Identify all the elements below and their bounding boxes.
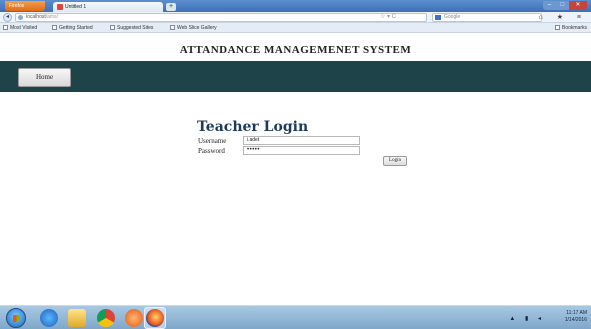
firefox-menu-button[interactable]: Firefox (5, 1, 45, 11)
bookmark-label: Most Visited (10, 25, 38, 31)
address-bar[interactable]: localhost/ams/ ☆ ▾ C (15, 13, 427, 22)
search-input[interactable]: Google (432, 13, 542, 22)
firefox-icon[interactable] (146, 309, 164, 327)
bookmark-icon (170, 25, 175, 31)
maximize-button[interactable]: □ (555, 1, 569, 10)
login-button[interactable]: Login (383, 156, 407, 166)
windows-logo-icon (13, 315, 20, 322)
windows-taskbar: ▲ ▮ ◂ 11:17 AM 1/14/2016 (0, 305, 591, 329)
new-tab-button[interactable]: + (166, 3, 176, 11)
bookmark-icon (110, 25, 115, 31)
username-input[interactable]: i.adet (243, 136, 360, 145)
bookmark-label: Web Slice Gallery (177, 25, 217, 31)
url-host: localhost (26, 14, 46, 20)
bookmark-most-visited[interactable]: Most Visited (3, 23, 37, 33)
url-path: /ams/ (45, 14, 58, 20)
page-content: ATTANDANCE MANAGEMENET SYSTEM Home Teach… (0, 34, 591, 305)
password-input[interactable]: ••••• (243, 146, 360, 155)
bookmark-web-slice-gallery[interactable]: Web Slice Gallery (170, 23, 217, 33)
nav-banner (0, 61, 591, 92)
site-title: ATTANDANCE MANAGEMENET SYSTEM (179, 44, 412, 56)
toolbar-icons[interactable]: ⌂ ★ ≡ (539, 13, 587, 22)
tab-title: Untitled 1 (65, 4, 87, 10)
clock[interactable]: 11:17 AM 1/14/2016 (565, 310, 587, 324)
chrome-icon[interactable] (97, 309, 115, 327)
bookmark-suggested-sites[interactable]: Suggested Sites (110, 23, 153, 33)
search-engine-icon (435, 15, 441, 20)
clock-time: 11:17 AM (566, 310, 587, 316)
bookmark-label: Suggested Sites (117, 25, 154, 31)
tab-favicon-icon (57, 4, 63, 10)
browser-tab[interactable]: Untitled 1 (53, 2, 163, 12)
window-controls: – □ ✕ (543, 1, 587, 10)
clock-date: 1/14/2016 (564, 317, 587, 323)
browser-title-bar: Firefox Untitled 1 + – □ ✕ (0, 0, 591, 12)
system-tray-icons[interactable]: ▲ ▮ ◂ (509, 315, 545, 322)
navigation-bar: ◂ localhost/ams/ ☆ ▾ C Google ⌂ ★ ≡ (0, 12, 591, 23)
bookmarks-icon (554, 25, 560, 31)
file-explorer-icon[interactable] (68, 309, 86, 327)
bookmarks-menu-button[interactable]: Bookmarks (554, 23, 587, 33)
bookmark-icon (3, 25, 8, 31)
bookmark-label: Getting Started (59, 25, 93, 31)
bookmark-star-icon[interactable]: ☆ ▾ C (380, 14, 396, 21)
minimize-button[interactable]: – (543, 1, 556, 10)
close-button[interactable]: ✕ (568, 1, 587, 10)
search-placeholder: Google (444, 14, 461, 20)
back-arrow-icon[interactable]: ◂ (3, 13, 12, 22)
internet-explorer-icon[interactable] (40, 309, 58, 327)
bookmark-getting-started[interactable]: Getting Started (52, 23, 93, 33)
bookmarks-toolbar: Most Visited Getting Started Suggested S… (0, 23, 591, 33)
username-label: Username (198, 137, 227, 145)
login-heading: Teacher Login (197, 119, 309, 135)
home-button[interactable]: Home (18, 68, 71, 87)
start-button[interactable] (6, 308, 26, 328)
media-player-icon[interactable] (125, 309, 143, 327)
password-label: Password (198, 147, 225, 155)
bookmarks-menu-label: Bookmarks (561, 25, 587, 31)
globe-icon (18, 15, 23, 20)
bookmark-icon (52, 25, 57, 31)
